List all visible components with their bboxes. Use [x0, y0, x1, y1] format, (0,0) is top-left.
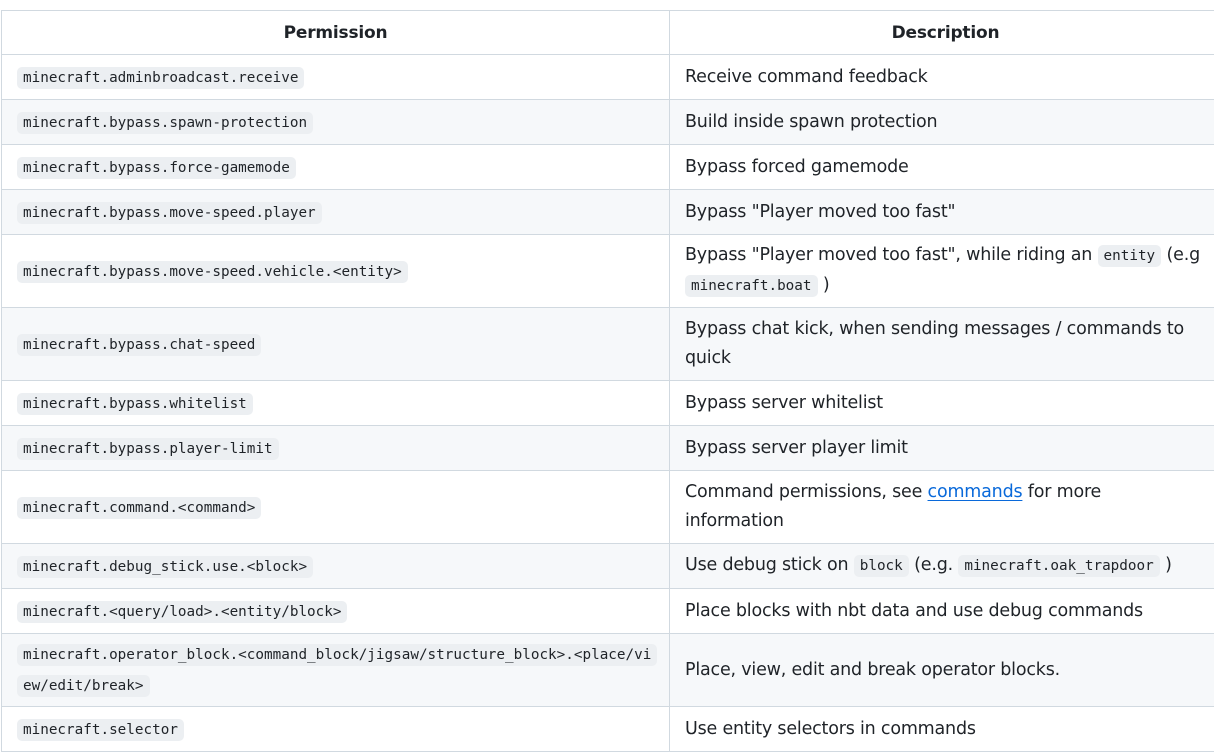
table-row: minecraft.bypass.move-speed.player Bypas… — [2, 190, 1214, 235]
inline-code-entity: entity — [1098, 245, 1162, 267]
inline-code-boat: minecraft.boat — [685, 275, 818, 297]
description-cell: Bypass "Player moved too fast", while ri… — [670, 235, 1214, 308]
description-cell: Bypass "Player moved too fast" — [670, 190, 1214, 235]
permission-cell: minecraft.<query/load>.<entity/block> — [2, 589, 670, 634]
description-cell: Receive command feedback — [670, 55, 1214, 100]
column-header-description: Description — [670, 11, 1214, 55]
inline-code-block: block — [854, 555, 909, 577]
description-text: ) — [1160, 555, 1172, 575]
table-header-row: Permission Description — [2, 11, 1214, 55]
description-cell: Bypass forced gamemode — [670, 145, 1214, 190]
permission-code: minecraft.operator_block.<command_block/… — [17, 644, 657, 697]
table-row: minecraft.command.<command> Command perm… — [2, 471, 1214, 544]
permission-cell: minecraft.bypass.player-limit — [2, 426, 670, 471]
permission-cell: minecraft.bypass.move-speed.player — [2, 190, 670, 235]
description-text: Bypass "Player moved too fast", while ri… — [685, 245, 1098, 265]
description-text: Use debug stick on — [685, 555, 854, 575]
description-cell: Place blocks with nbt data and use debug… — [670, 589, 1214, 634]
permission-code: minecraft.<query/load>.<entity/block> — [17, 601, 347, 623]
permissions-table: Permission Description minecraft.adminbr… — [1, 10, 1214, 752]
table-row: minecraft.bypass.spawn-protection Build … — [2, 100, 1214, 145]
table-row: minecraft.<query/load>.<entity/block> Pl… — [2, 589, 1214, 634]
description-text: (e.g. — [909, 555, 959, 575]
table-row: minecraft.selector Use entity selectors … — [2, 707, 1214, 752]
permission-code: minecraft.debug_stick.use.<block> — [17, 556, 313, 578]
permission-cell: minecraft.bypass.spawn-protection — [2, 100, 670, 145]
permission-code: minecraft.bypass.move-speed.vehicle.<ent… — [17, 261, 408, 283]
permission-code: minecraft.bypass.force-gamemode — [17, 157, 296, 179]
permission-code: minecraft.bypass.whitelist — [17, 393, 253, 415]
description-cell: Place, view, edit and break operator blo… — [670, 634, 1214, 707]
permission-code: minecraft.bypass.chat-speed — [17, 334, 261, 356]
description-cell: Use entity selectors in commands — [670, 707, 1214, 752]
description-cell: Bypass server whitelist — [670, 381, 1214, 426]
description-cell: Bypass chat kick, when sending messages … — [670, 308, 1214, 381]
description-cell: Bypass server player limit — [670, 426, 1214, 471]
permission-cell: minecraft.bypass.whitelist — [2, 381, 670, 426]
description-cell: Build inside spawn protection — [670, 100, 1214, 145]
table-row: minecraft.debug_stick.use.<block> Use de… — [2, 544, 1214, 589]
commands-link[interactable]: commands — [928, 482, 1023, 502]
permissions-table-container: Permission Description minecraft.adminbr… — [0, 0, 1214, 752]
inline-code-oak-trapdoor: minecraft.oak_trapdoor — [958, 555, 1159, 577]
description-text: ) — [818, 275, 830, 295]
permission-code: minecraft.adminbroadcast.receive — [17, 67, 304, 89]
permission-code: minecraft.bypass.move-speed.player — [17, 202, 322, 224]
table-row: minecraft.bypass.force-gamemode Bypass f… — [2, 145, 1214, 190]
permission-code: minecraft.command.<command> — [17, 497, 261, 519]
permission-cell: minecraft.bypass.chat-speed — [2, 308, 670, 381]
permission-cell: minecraft.debug_stick.use.<block> — [2, 544, 670, 589]
table-row: minecraft.bypass.player-limit Bypass ser… — [2, 426, 1214, 471]
permission-code: minecraft.bypass.spawn-protection — [17, 112, 313, 134]
description-cell: Use debug stick on block (e.g. minecraft… — [670, 544, 1214, 589]
description-text: (e.g — [1161, 245, 1200, 265]
table-row: minecraft.adminbroadcast.receive Receive… — [2, 55, 1214, 100]
table-row: minecraft.bypass.whitelist Bypass server… — [2, 381, 1214, 426]
permission-code: minecraft.bypass.player-limit — [17, 438, 279, 460]
permission-cell: minecraft.operator_block.<command_block/… — [2, 634, 670, 707]
permission-cell: minecraft.bypass.force-gamemode — [2, 145, 670, 190]
permission-cell: minecraft.bypass.move-speed.vehicle.<ent… — [2, 235, 670, 308]
table-row: minecraft.bypass.chat-speed Bypass chat … — [2, 308, 1214, 381]
column-header-permission: Permission — [2, 11, 670, 55]
description-cell: Command permissions, see commands for mo… — [670, 471, 1214, 544]
table-row: minecraft.operator_block.<command_block/… — [2, 634, 1214, 707]
table-row: minecraft.bypass.move-speed.vehicle.<ent… — [2, 235, 1214, 308]
description-text: Command permissions, see — [685, 482, 928, 502]
permission-cell: minecraft.adminbroadcast.receive — [2, 55, 670, 100]
permission-cell: minecraft.selector — [2, 707, 670, 752]
permission-cell: minecraft.command.<command> — [2, 471, 670, 544]
permission-code: minecraft.selector — [17, 719, 184, 741]
